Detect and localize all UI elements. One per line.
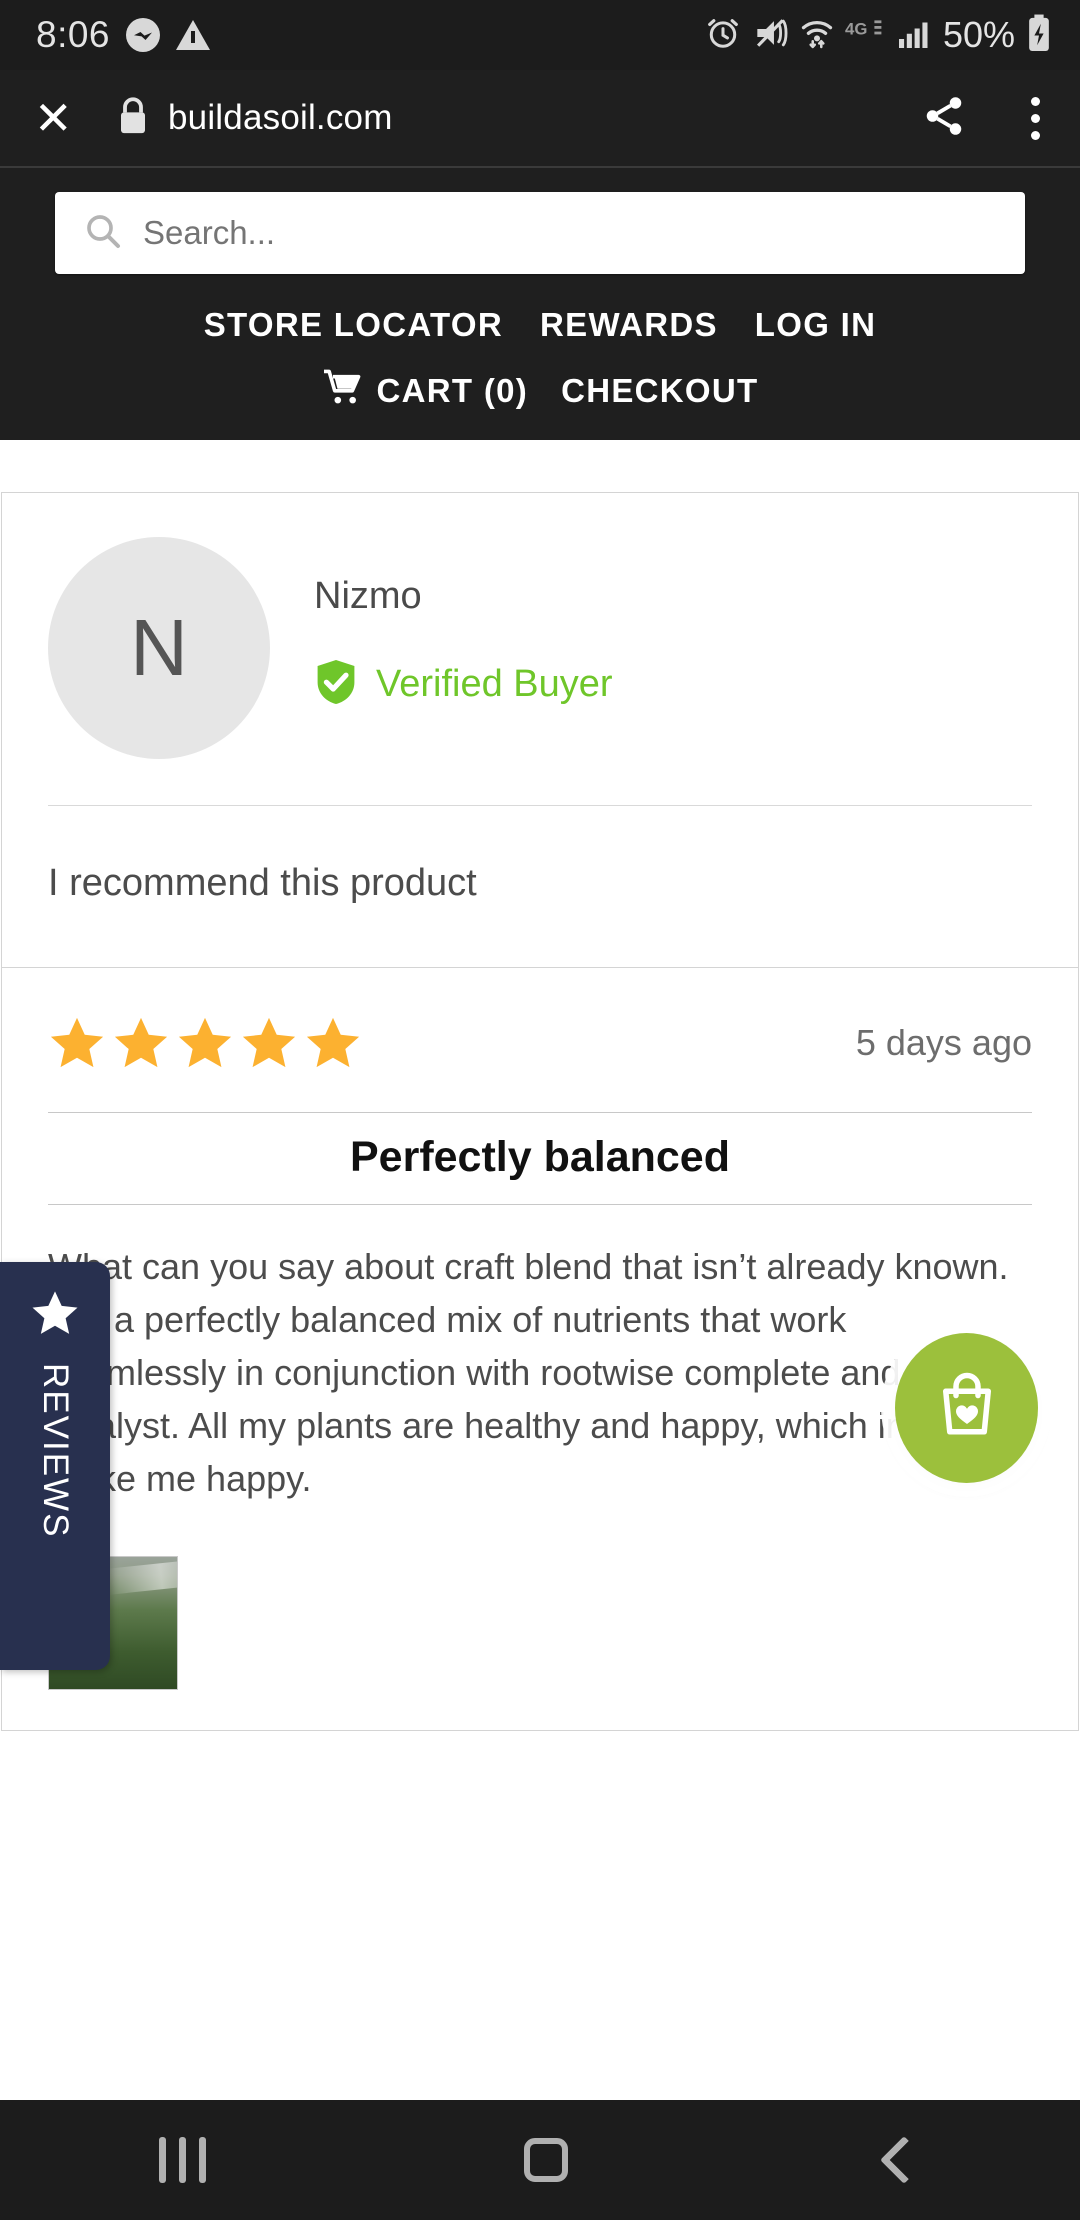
star-icon [50,1017,104,1068]
reviews-side-tab[interactable]: REVIEWS [0,1262,110,1670]
star-icon [30,1288,80,1343]
alarm-icon [704,14,742,57]
star-icon [114,1017,168,1068]
review-date: 5 days ago [855,1022,1032,1063]
star-icon [306,1017,360,1068]
review-rating-row: 5 days ago [2,968,1078,1072]
signal-bars-icon [896,14,932,57]
status-bar-clock: 8:06 [36,14,111,55]
status-bar-right: 4G 50% [704,13,1054,58]
status-bar-left: 8:06 [36,14,211,56]
android-nav-bar [0,2100,1080,2220]
shopping-cart-icon [322,368,364,414]
battery-percent-label: 50% [942,14,1015,55]
primary-nav: STORE LOCATOR REWARDS LOG IN [0,306,1080,344]
close-icon[interactable]: ✕ [34,95,90,141]
nav-store-locator[interactable]: STORE LOCATOR [204,306,503,344]
site-header: STORE LOCATOR REWARDS LOG IN CART (0) CH… [0,168,1080,440]
verified-buyer-label: Verified Buyer [376,663,613,705]
secondary-nav: CART (0) CHECKOUT [0,368,1080,414]
home-icon[interactable] [524,2138,569,2182]
review-title: Perfectly balanced [349,1133,730,1181]
status-badge: Verified Buyer [314,658,613,711]
avatar: N [48,537,270,759]
nav-checkout[interactable]: CHECKOUT [561,372,758,410]
vibrate-mute-icon [751,14,789,57]
svg-text:4G: 4G [845,19,867,38]
nav-log-in[interactable]: LOG IN [755,306,876,344]
star-icon [178,1017,232,1068]
review-author-row: N Nizmo Verified Buyer [2,493,1078,759]
page-body: N Nizmo Verified Buyer I recommend this … [0,440,1080,1731]
lock-icon [116,96,150,141]
nav-rewards[interactable]: REWARDS [540,306,718,344]
messenger-icon [126,18,161,52]
review-title-wrap: Perfectly balanced [48,1112,1032,1205]
android-status-bar: 8:06 4G 50% [0,0,1080,70]
share-icon[interactable] [921,93,967,144]
review-author-name: Nizmo [314,575,422,617]
search-container [55,192,1025,274]
wishlist-bag-heart-icon [927,1365,1007,1450]
review-recommendation: I recommend this product [48,862,477,904]
url-text[interactable]: buildasoil.com [168,98,393,138]
nav-cart[interactable]: CART (0) [322,368,529,414]
review-photos [2,1506,1078,1730]
star-icon [242,1017,296,1068]
warning-triangle-icon [176,20,211,50]
review-author-info: Nizmo Verified Buyer [314,537,613,711]
back-icon[interactable] [879,2135,928,2185]
wifi-icon [798,14,836,57]
search-icon [83,211,123,256]
reviews-tab-label: REVIEWS [36,1363,75,1539]
shield-check-icon [314,658,358,711]
star-rating [48,1014,362,1072]
wishlist-fab-button[interactable] [895,1332,1038,1483]
review-card: N Nizmo Verified Buyer I recommend this … [1,492,1079,1731]
browser-toolbar: ✕ buildasoil.com [0,70,1080,168]
overflow-menu-icon[interactable] [1021,91,1050,146]
search-box[interactable] [55,192,1025,274]
recents-icon[interactable] [159,2137,207,2183]
network-4g-icon: 4G [845,14,887,57]
nav-cart-label: CART (0) [376,372,529,409]
battery-charging-icon [1024,13,1054,58]
search-input[interactable] [143,214,997,252]
